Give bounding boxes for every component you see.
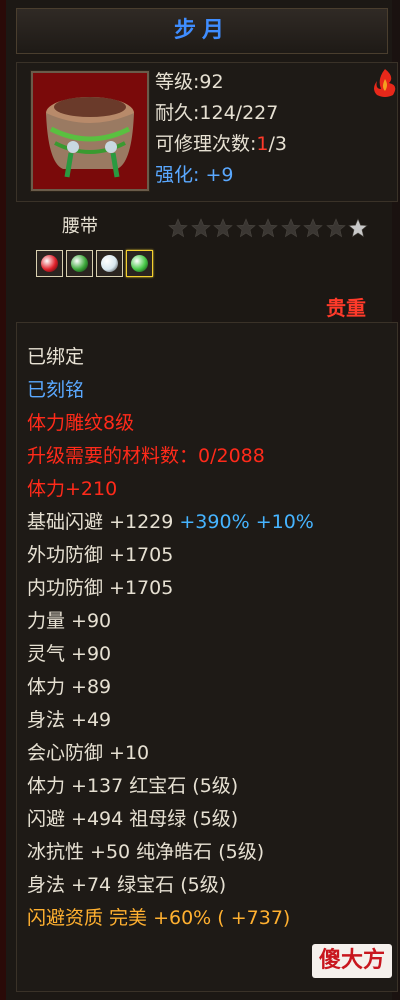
star-icon [258,218,278,238]
star-rating [168,218,371,242]
star-icon [325,218,346,238]
watermark-logo: 傻大方 [312,944,392,978]
star-icon [235,218,256,238]
attribute-line: 体力 +89 [27,676,112,698]
attribute-line: 力量 +90 [27,610,112,632]
engraved-status: 已刻铭 [27,379,85,401]
item-stats: 等级:92 耐久:124/227 可修理次数:1/3 强化: +9 [155,67,287,191]
title-bar: 步月 [16,8,388,54]
attribute-line: 身法 +49 [27,709,112,731]
type-row: 腰带 贵重 [16,204,398,320]
star-icon [190,218,211,238]
attribute-line: 内功防御 +1705 [27,577,174,599]
attribute-line: 身法 +74 绿宝石 (5级) [27,874,227,896]
item-tooltip-panel: 步月 等级:92 耐久:124/227 可修理次数:1/3 强化: +9 腰带 … [0,0,400,1000]
attribute-line: 会心防御 +10 [27,742,150,764]
item-type: 腰带 [62,216,98,237]
attribute-line: 体力 +137 红宝石 (5级) [27,775,239,797]
star-icon [280,218,301,238]
star-icon [168,218,188,238]
level-line: 等级:92 [155,71,224,93]
hp-bonus-line: 体力+210 [27,478,118,500]
enhance-line: 强化: +9 [155,164,234,186]
repair-line: 可修理次数:1/3 [155,133,287,155]
attribute-list: 已绑定 已刻铭 体力雕纹8级 升级需要的材料数：0/2088 体力+210 基础… [27,341,314,935]
attribute-line: 冰抗性 +50 纯净皓石 (5级) [27,841,265,863]
attributes-box: 已绑定 已刻铭 体力雕纹8级 升级需要的材料数：0/2088 体力+210 基础… [16,322,398,992]
aptitude-line: 闪避资质 完美 +60% ( +737) [27,907,291,929]
belt-icon [30,70,150,192]
item-name: 步月 [173,18,230,43]
materials-line: 升级需要的材料数：0/2088 [27,445,265,467]
star-icon [348,218,368,238]
attribute-line: 外功防御 +1705 [27,544,174,566]
attribute-line: 灵气 +90 [27,643,112,665]
green-gem-icon[interactable] [66,250,93,277]
dodge-line: 基础闪避 +1229 +390% +10% [27,511,314,533]
quality-label: 贵重 [326,296,366,320]
star-icon [213,218,233,238]
fire-badge-icon [369,67,400,99]
gem-slots [36,250,156,281]
bound-status: 已绑定 [27,346,85,368]
item-header: 等级:92 耐久:124/227 可修理次数:1/3 强化: +9 [16,62,398,202]
star-icon [303,218,323,238]
attribute-line: 闪避 +494 祖母绿 (5级) [27,808,239,830]
pattern-line: 体力雕纹8级 [27,412,135,434]
emerald-gem-icon[interactable] [126,250,153,277]
durability-line: 耐久:124/227 [155,102,279,124]
red-gem-icon[interactable] [36,250,63,277]
white-gem-icon[interactable] [96,250,123,277]
